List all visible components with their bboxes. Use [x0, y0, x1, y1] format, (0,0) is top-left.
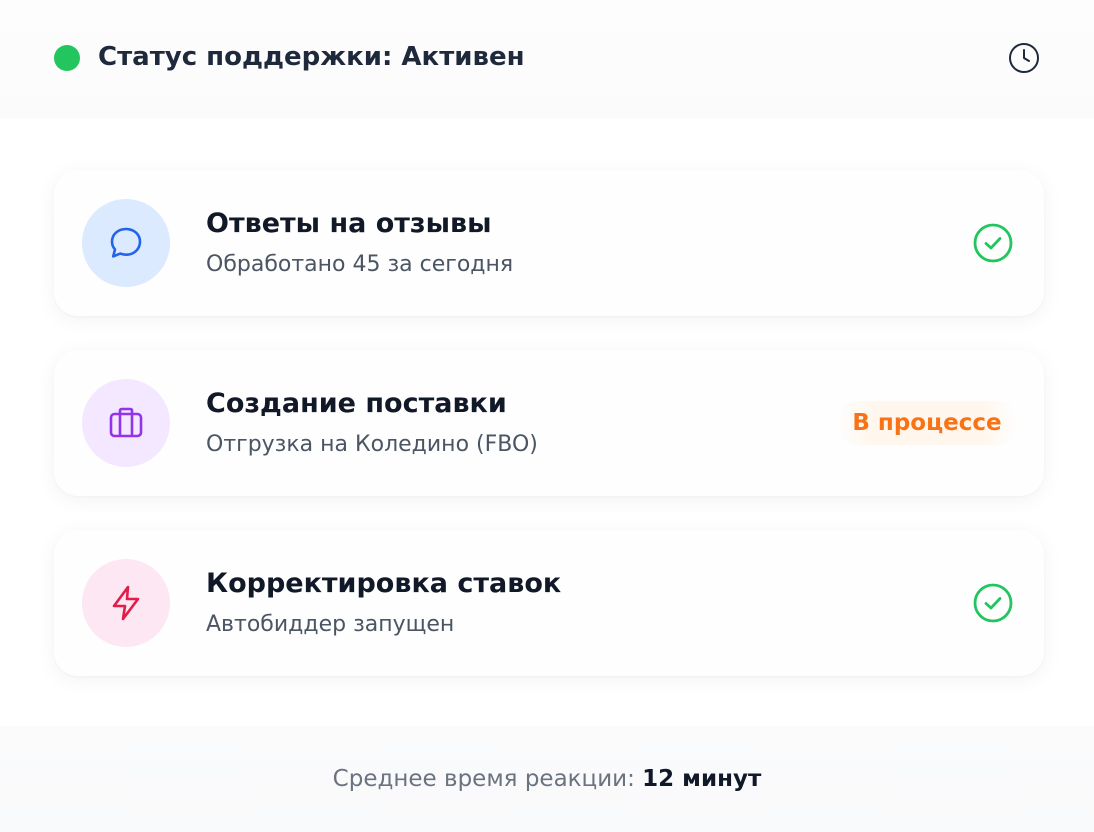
- average-response-time: Среднее время реакции: 12 минут: [0, 766, 1094, 792]
- task-title: Создание поставки: [206, 388, 507, 419]
- response-time-value: 12 минут: [642, 766, 762, 792]
- task-card-bids[interactable]: Корректировка ставок Автобиддер запущен: [54, 530, 1044, 676]
- support-status-text: Статус поддержки: Активен: [98, 42, 525, 72]
- task-title: Ответы на отзывы: [206, 208, 492, 239]
- status-header: Статус поддержки: Активен: [0, 0, 1094, 118]
- check-circle-icon: [973, 583, 1013, 623]
- task-title: Корректировка ставок: [206, 568, 562, 599]
- task-icon-badge: [82, 559, 170, 647]
- task-card-shipment[interactable]: Создание поставки Отгрузка на Коледино (…: [54, 350, 1044, 496]
- task-subtitle: Обработано 45 за сегодня: [206, 252, 514, 277]
- briefcase-icon: [109, 407, 143, 438]
- task-icon-badge: [82, 199, 170, 287]
- response-time-label: Среднее время реакции:: [332, 766, 635, 792]
- in-progress-badge: В процессе: [836, 401, 1018, 445]
- status-indicator-dot: [54, 45, 80, 71]
- task-card-reviews[interactable]: Ответы на отзывы Обработано 45 за сегодн…: [54, 170, 1044, 316]
- chat-bubble-icon: [110, 227, 142, 258]
- lightning-icon: [112, 585, 140, 621]
- check-circle-icon: [973, 223, 1013, 263]
- support-status-panel: Статус поддержки: Активен Ответы на отзы…: [0, 0, 1094, 832]
- clock-icon[interactable]: [1007, 41, 1041, 75]
- task-subtitle: Автобиддер запущен: [206, 612, 455, 637]
- task-subtitle: Отгрузка на Коледино (FBO): [206, 432, 538, 457]
- task-icon-badge: [82, 379, 170, 467]
